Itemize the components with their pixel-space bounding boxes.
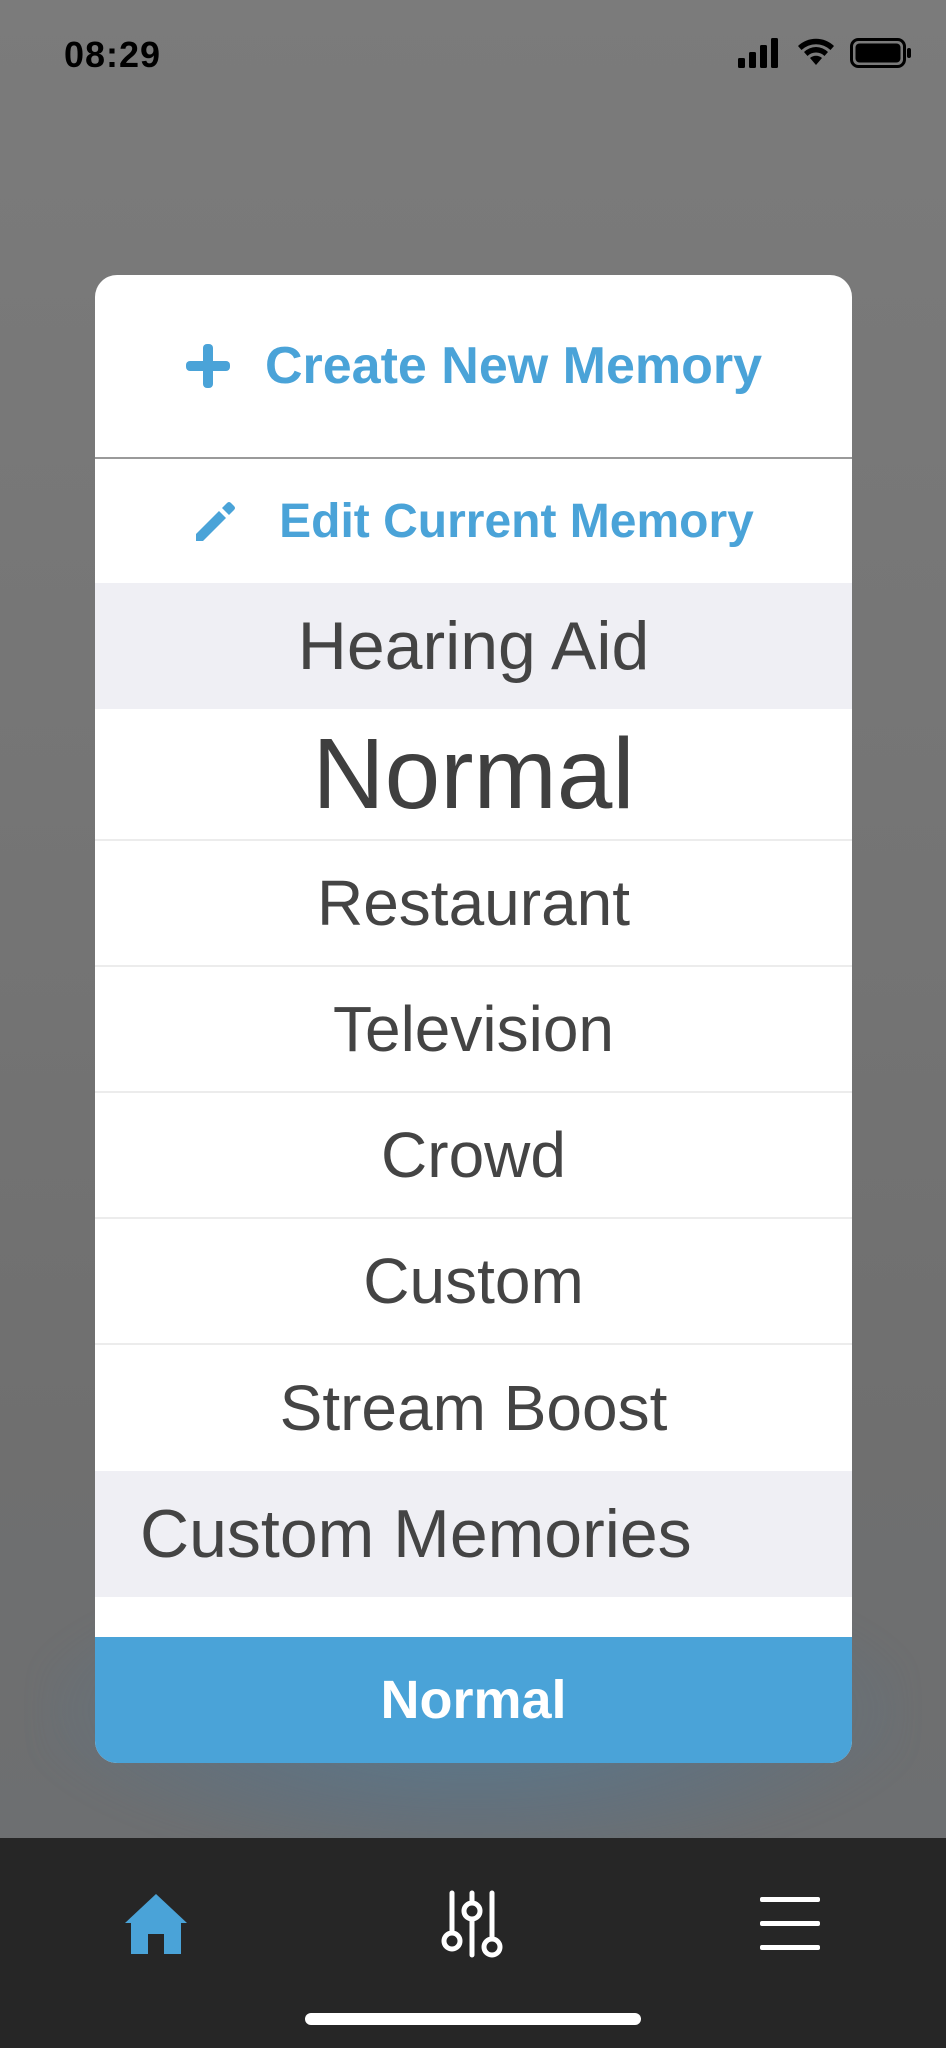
edit-current-memory-label: Edit Current Memory [279, 494, 754, 548]
wifi-icon [796, 38, 836, 73]
status-time: 08:29 [64, 34, 162, 75]
status-icons [738, 38, 912, 73]
sliders-icon [440, 1889, 504, 1964]
tab-adjust[interactable] [412, 1866, 532, 1986]
section-header-hearing-aid: Hearing Aid [95, 583, 852, 709]
current-memory-button[interactable]: Normal [95, 1637, 852, 1763]
tab-home[interactable] [96, 1866, 216, 1986]
empty-list-area [95, 1597, 852, 1635]
memory-picker[interactable]: Hearing Aid Normal Restaurant Television… [95, 583, 852, 1635]
memory-item-stream-boost[interactable]: Stream Boost [95, 1345, 852, 1471]
create-new-memory-label: Create New Memory [264, 337, 763, 395]
hamburger-menu-icon [758, 1895, 822, 1958]
edit-current-memory-button[interactable]: Edit Current Memory [95, 459, 852, 583]
create-new-memory-button[interactable]: Create New Memory [95, 275, 852, 459]
memory-sheet: Create New Memory Edit Current Memory He… [95, 275, 852, 1763]
memory-item-crowd[interactable]: Crowd [95, 1093, 852, 1219]
memory-item-normal[interactable]: Normal [95, 709, 852, 841]
section-header-custom-memories: Custom Memories [95, 1471, 852, 1597]
cellular-signal-icon [738, 38, 782, 73]
home-icon [123, 1892, 189, 1961]
tab-menu[interactable] [730, 1866, 850, 1986]
pencil-icon [193, 498, 239, 544]
home-indicator[interactable] [305, 2013, 641, 2025]
battery-icon [850, 38, 912, 73]
plus-icon [185, 343, 231, 389]
memory-item-custom[interactable]: Custom [95, 1219, 852, 1345]
status-bar: 08:29 [0, 0, 946, 120]
memory-item-television[interactable]: Television [95, 967, 852, 1093]
memory-item-restaurant[interactable]: Restaurant [95, 841, 852, 967]
